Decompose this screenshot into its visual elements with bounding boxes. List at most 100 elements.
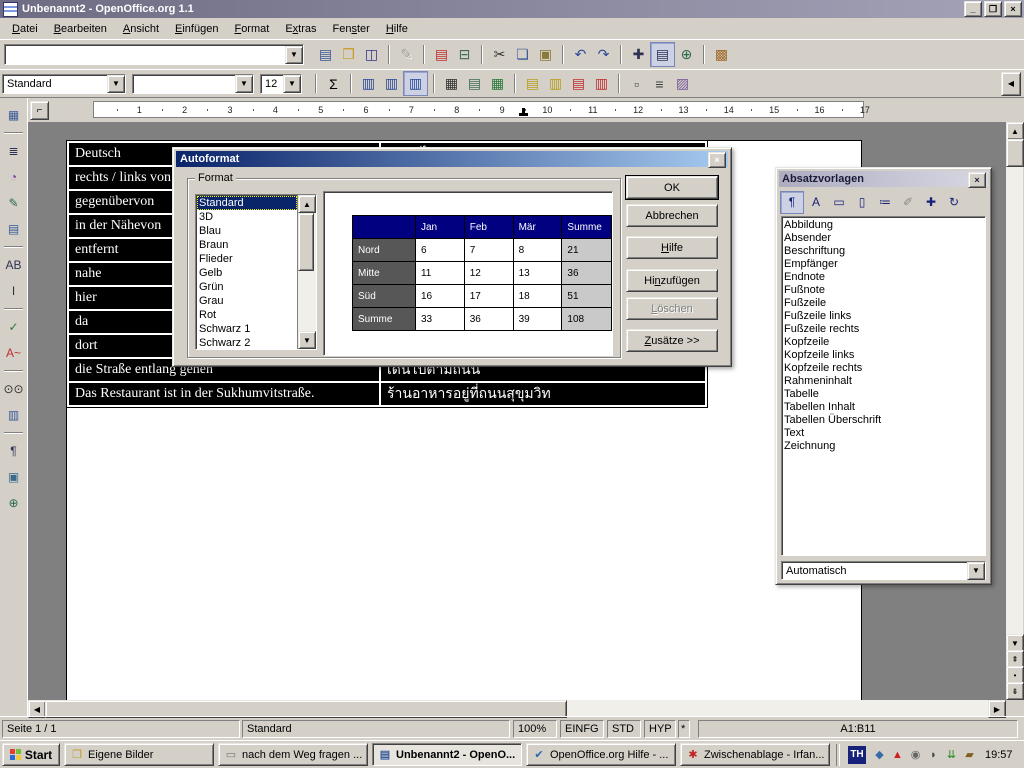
dialog-title-bar[interactable]: Autoformat × [176,151,728,167]
format-list-item[interactable]: Standard [197,196,297,210]
status-field[interactable]: STD [607,720,641,738]
auto-spellcheck-icon[interactable]: A~ [2,341,25,364]
scroll-down-arrow[interactable]: ▼ [298,331,316,349]
format-list-item[interactable]: Schwarz 1 [197,322,297,336]
paragraph-style-combobox[interactable]: Standard ▼ [2,74,126,94]
paragraph-styles-icon[interactable]: ¶ [780,191,804,214]
font-size-combobox[interactable]: 12 ▼ [260,74,302,94]
menu-item[interactable]: Format [226,20,277,38]
folder-task-button[interactable]: ❒ Eigene Bilder [64,743,214,766]
thai-cell[interactable]: ร้านอาหารอยู่ที่ถนนสุขุมวิท [380,382,706,406]
help-task-button[interactable]: ✔ OpenOffice.org Hilfe - ... [526,743,676,766]
style-list-item[interactable]: Kopfzeile rechts [784,362,985,375]
style-list-item[interactable]: Fußzeile links [784,310,985,323]
stylist-icon[interactable]: ▤ [650,42,675,67]
irfanview-task-button[interactable]: ✱ Zwischenablage - Irfan... [680,743,830,766]
page-styles-icon[interactable]: ▯ [851,192,873,213]
update-style-icon[interactable]: ↻ [943,192,965,213]
tab-type-selector[interactable]: ⌐ [30,101,49,120]
format-listbox[interactable]: Standard3DBlauBraunFliederGelbGrünGrauRo… [195,194,317,350]
online-layout-icon[interactable]: ⊕ [2,491,25,514]
writer-task-button[interactable]: ▤ Unbenannt2 - OpenO... [372,743,522,766]
font-dropdown-arrow[interactable]: ▼ [235,75,253,93]
url-combobox[interactable]: ▼ [4,44,304,65]
open-folder-icon[interactable]: ❒ [337,43,360,66]
graphics-tablet-icon[interactable]: ▰ [962,747,977,762]
format-list-item[interactable]: Grün [197,280,297,294]
new-style-from-selection-icon[interactable]: ✚ [920,192,942,213]
start-button[interactable]: Start [2,743,60,766]
style-list-item[interactable]: Absender [784,232,985,245]
gallery-icon[interactable]: ▩ [710,43,733,66]
edit-file-icon[interactable]: ✎ [395,43,418,66]
style-list-item[interactable]: Tabellen Überschrift [784,414,985,427]
format-list-item[interactable]: Blau [197,224,297,238]
fill-format-mode-icon[interactable]: ✐ [897,192,919,213]
size-dropdown-arrow[interactable]: ▼ [283,75,301,93]
table-autoformat-icon[interactable]: ▦ [486,72,509,95]
style-dropdown-arrow[interactable]: ▼ [107,75,125,93]
style-list-item[interactable]: Beschriftung [784,245,985,258]
style-list-item[interactable]: Zeichnung [784,440,985,453]
style-list-item[interactable]: Abbildung [784,219,985,232]
menu-item[interactable]: Hilfe [378,20,416,38]
scrollbar-thumb[interactable] [298,213,314,271]
save-document-icon[interactable]: ◫ [360,43,383,66]
menu-item[interactable]: Extras [277,20,324,38]
language-indicator[interactable]: TH [848,746,866,764]
font-name-combobox[interactable]: ▼ [132,74,254,94]
style-list-item[interactable]: Fußzeile rechts [784,323,985,336]
cut-icon[interactable]: ✂ [488,43,511,66]
update-icon[interactable]: ⇊ [944,747,959,762]
german-cell[interactable]: Das Restaurant ist in der Sukhumvitstraß… [68,382,380,406]
status-field[interactable]: * [678,720,690,738]
status-field[interactable]: HYP [644,720,676,738]
mouse-icon[interactable]: ◗ [926,747,941,762]
menu-item[interactable]: Einfügen [167,20,226,38]
undo-icon[interactable]: ↶ [569,43,592,66]
draw-functions-icon[interactable]: ✎ [2,191,25,214]
horizontal-scrollbar[interactable]: ◀ ▶ [28,700,1006,716]
style-filter-combobox[interactable]: Automatisch ▼ [781,561,986,580]
borders-icon[interactable]: ▫ [625,72,648,95]
table-frame-icon[interactable]: ▦ [440,72,463,95]
style-list-item[interactable]: Kopfzeile [784,336,985,349]
stylist-title-bar[interactable]: Absatzvorlagen × [779,171,988,187]
format-list-item[interactable]: Braun [197,238,297,252]
menu-item[interactable]: Datei [4,20,46,38]
style-list-item[interactable]: Rahmeninhalt [784,375,985,388]
sum-icon[interactable]: Σ [322,72,345,95]
style-list-item[interactable]: Empfänger [784,258,985,271]
format-list-item[interactable]: Gelb [197,266,297,280]
horizontal-ruler[interactable]: 1234567891011121314151617 [93,101,864,118]
new-document-icon[interactable]: ▤ [314,43,337,66]
vertical-scrollbar-thumb[interactable] [1006,139,1024,167]
scroll-up-arrow[interactable]: ▲ [1006,122,1024,140]
export-pdf-icon[interactable]: ▤ [430,43,453,66]
style-list-item[interactable]: Endnote [784,271,985,284]
url-dropdown-arrow[interactable]: ▼ [285,46,303,64]
status-field[interactable]: 100% [513,720,557,738]
stylist-close-button[interactable]: × [968,172,986,188]
format-list-scrollbar[interactable]: ▲ ▼ [297,195,316,349]
tab-stop-marker[interactable] [519,108,528,116]
insert-object-icon[interactable]: ◔ [2,165,25,188]
insert-table-icon[interactable]: ▦ [2,103,25,126]
columns-optimal-icon[interactable]: ▥ [403,71,428,96]
style-list-item[interactable]: Tabellen Inhalt [784,401,985,414]
nonprinting-characters-icon[interactable]: ¶ [2,439,25,462]
style-list-item[interactable]: Text [784,427,985,440]
quickstart-icon[interactable]: ◆ [872,747,887,762]
redo-icon[interactable]: ↷ [592,43,615,66]
close-button[interactable]: × [1004,1,1022,17]
impress-task-button[interactable]: ▭ nach dem Weg fragen ... [218,743,368,766]
next-page-button[interactable]: ⇟ [1006,682,1024,700]
autotext-icon[interactable]: AB [2,253,25,276]
menu-item[interactable]: Ansicht [115,20,167,38]
insert-row-icon[interactable]: ▤ [521,72,544,95]
table-grid-icon[interactable]: ▤ [463,72,486,95]
direct-cursor-icon[interactable]: I [2,279,25,302]
numbering-styles-icon[interactable]: ≔ [874,192,896,213]
copy-icon[interactable]: ❏ [511,43,534,66]
scroll-up-arrow[interactable]: ▲ [298,195,316,213]
